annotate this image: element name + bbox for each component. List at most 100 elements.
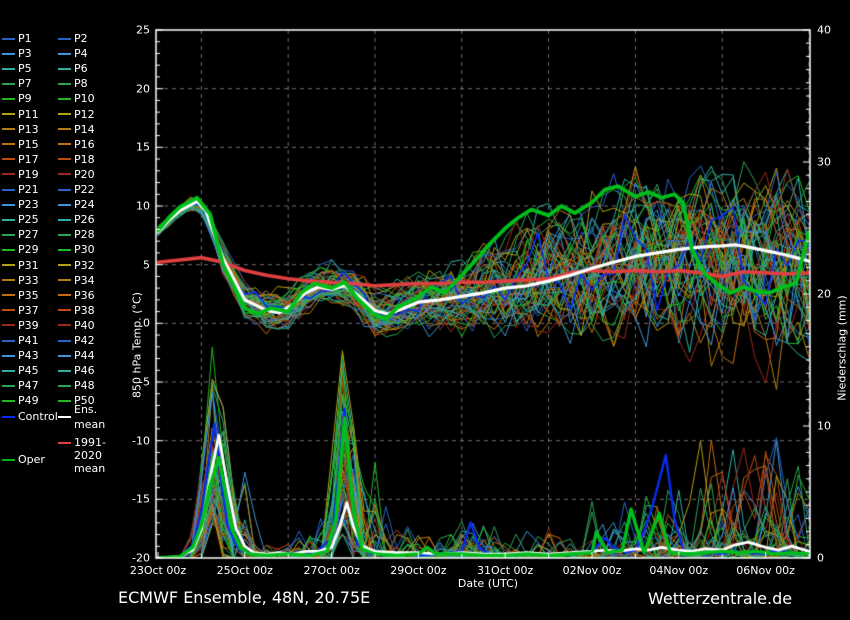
legend-entry: P10 [58, 91, 95, 106]
legend-entry-label: P48 [74, 378, 95, 393]
legend-entry: P36 [58, 288, 95, 303]
legend-entry: P7 [2, 76, 32, 91]
legend-entry: P34 [58, 273, 95, 288]
legend-swatch [2, 340, 15, 342]
legend-entry-label: P49 [18, 393, 39, 408]
legend-entry-label: P15 [18, 137, 39, 152]
y-left-tick-label: -10 [132, 434, 150, 447]
legend-entry-label: P7 [18, 76, 32, 91]
legend-entry-label: P35 [18, 288, 39, 303]
legend-swatch [2, 98, 15, 100]
legend-entry-label: P33 [18, 273, 39, 288]
legend-entry-label: P47 [18, 378, 39, 393]
legend-swatch [2, 158, 15, 160]
legend-swatch [58, 279, 71, 281]
legend-entry-label: Oper [18, 452, 45, 467]
legend-swatch [58, 324, 71, 326]
legend-swatch [2, 309, 15, 311]
legend-entry: P24 [58, 197, 95, 212]
legend-swatch [2, 113, 15, 115]
legend-entry-label: P25 [18, 212, 39, 227]
legend-entry: P38 [58, 303, 95, 318]
legend-entry-label: P43 [18, 348, 39, 363]
legend-swatch [2, 294, 15, 296]
y-left-tick-label: 5 [143, 258, 150, 271]
x-tick-label: 27Oct 00z [303, 564, 359, 577]
legend-swatch [2, 83, 15, 85]
legend-entry-label: P19 [18, 167, 39, 182]
legend-entry-label: Ens. mean [74, 402, 116, 432]
legend-entry-label: 1991-2020 mean [74, 436, 132, 475]
x-tick-label: 25Oct 00z [217, 564, 273, 577]
legend-entry: P23 [2, 197, 39, 212]
legend-swatch [58, 158, 71, 160]
legend-swatch [2, 355, 15, 357]
legend-swatch [58, 53, 71, 55]
legend-entry-label: P27 [18, 227, 39, 242]
legend-swatch [58, 204, 71, 206]
legend-entry: P43 [2, 348, 39, 363]
legend-swatch [58, 385, 71, 387]
legend-entry: P28 [58, 227, 95, 242]
legend-swatch [2, 264, 15, 266]
legend-entry: Oper [2, 452, 45, 467]
legend-entry: P40 [58, 318, 95, 333]
legend-swatch [2, 400, 15, 402]
legend-entry: P5 [2, 61, 32, 76]
legend-swatch [58, 189, 71, 191]
legend-swatch [2, 204, 15, 206]
legend-swatch [58, 400, 71, 402]
legend-entry: P26 [58, 212, 95, 227]
legend-entry: P33 [2, 273, 39, 288]
legend-entry: P15 [2, 137, 39, 152]
legend-swatch [2, 234, 15, 236]
y-left-tick-label: 20 [136, 82, 150, 95]
legend-entry: P20 [58, 167, 95, 182]
legend-entry: P11 [2, 107, 39, 122]
legend-entry: P21 [2, 182, 39, 197]
y-left-tick-label: 0 [143, 317, 150, 330]
legend-entry: P3 [2, 46, 32, 61]
legend-entry: P44 [58, 348, 95, 363]
legend-entry: P45 [2, 363, 39, 378]
legend-entry: P29 [2, 242, 39, 257]
x-tick-label: 23Oct 00z [130, 564, 186, 577]
legend-entry: P46 [58, 363, 95, 378]
legend-swatch [58, 98, 71, 100]
legend-swatch [58, 234, 71, 236]
legend-swatch [58, 83, 71, 85]
legend-entry-label: P38 [74, 303, 95, 318]
legend-entry-label: P44 [74, 348, 95, 363]
legend-entry: P32 [58, 258, 95, 273]
x-tick-label: 04Nov 00z [649, 564, 708, 577]
footer-site-credit: Wetterzentrale.de [648, 589, 792, 608]
legend: P1P2P3P4P5P6P7P8P9P10P11P12P13P14P15P16P… [0, 0, 116, 480]
legend-entry-label: P10 [74, 91, 95, 106]
legend-entry: P19 [2, 167, 39, 182]
legend-entry: Ens. mean [58, 409, 116, 424]
legend-swatch [2, 416, 15, 418]
legend-entry-label: P37 [18, 303, 39, 318]
legend-entry: P17 [2, 152, 39, 167]
legend-entry: P4 [58, 46, 88, 61]
y-left-tick-label: -5 [139, 376, 150, 389]
legend-entry-label: P12 [74, 107, 95, 122]
legend-entry-label: P8 [74, 76, 88, 91]
legend-entry-label: P16 [74, 137, 95, 152]
legend-swatch [2, 38, 15, 40]
legend-entry: P49 [2, 393, 39, 408]
legend-entry: P25 [2, 212, 39, 227]
legend-entry-label: P45 [18, 363, 39, 378]
legend-entry: P16 [58, 137, 95, 152]
legend-entry: P37 [2, 303, 39, 318]
plot-canvas [0, 0, 850, 620]
legend-swatch [58, 113, 71, 115]
legend-entry-label: P31 [18, 258, 39, 273]
legend-entry: P22 [58, 182, 95, 197]
legend-entry: P9 [2, 91, 32, 106]
legend-entry: P18 [58, 152, 95, 167]
legend-swatch [58, 173, 71, 175]
legend-swatch [2, 68, 15, 70]
legend-swatch [58, 294, 71, 296]
x-tick-label: 06Nov 00z [736, 564, 795, 577]
